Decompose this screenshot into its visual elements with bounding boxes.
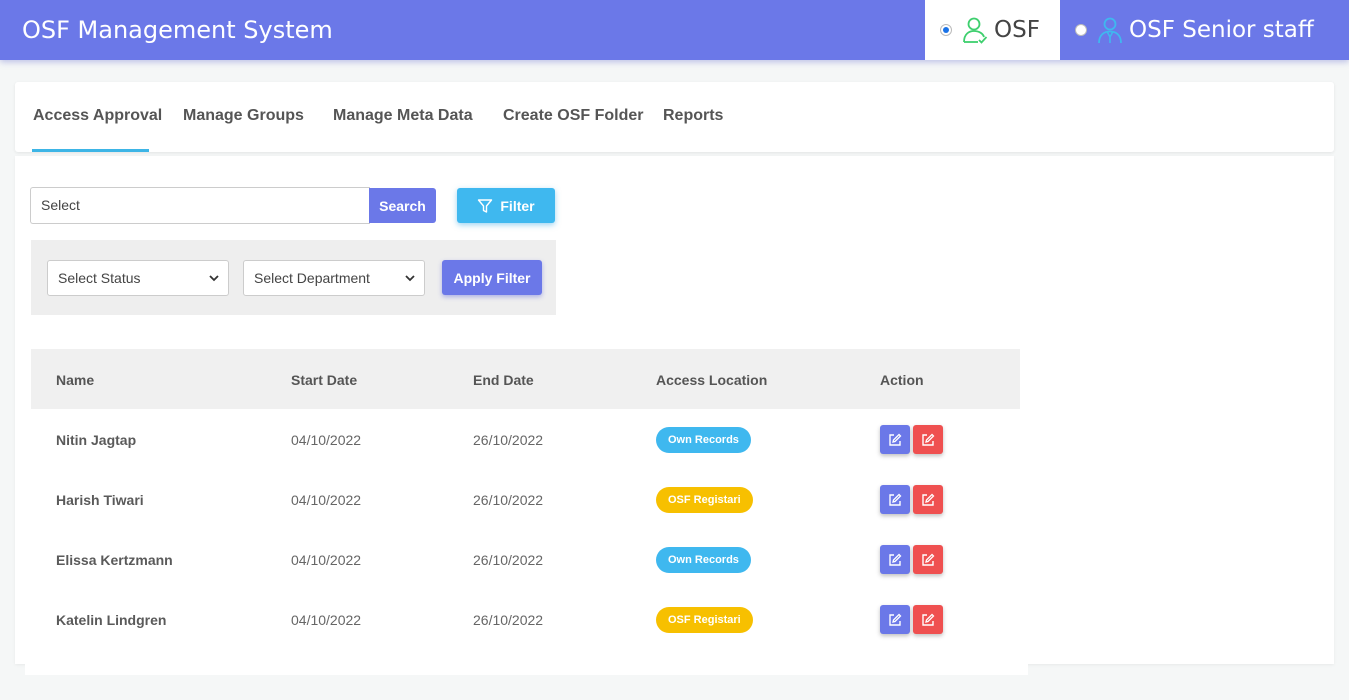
access-location-badge: OSF Registari <box>656 607 753 633</box>
cell-start-date: 04/10/2022 <box>291 612 362 628</box>
approve-edit-button[interactable] <box>880 485 910 514</box>
user-icon <box>963 17 988 44</box>
status-select-value: Select Status <box>58 270 141 286</box>
department-select-value: Select Department <box>254 270 370 286</box>
filter-button-label: Filter <box>500 197 535 214</box>
tab-manage-meta-data[interactable]: Manage Meta Data <box>333 107 473 125</box>
access-location-badge: OSF Registari <box>656 487 753 513</box>
role-option-senior-staff[interactable]: OSF Senior staff <box>1060 0 1349 60</box>
edit-icon <box>922 433 935 446</box>
edit-icon <box>889 493 902 506</box>
filter-button[interactable]: Filter <box>457 188 555 223</box>
edit-icon <box>889 613 902 626</box>
cell-start-date: 04/10/2022 <box>291 492 362 508</box>
tabs-card: Access Approval Manage Groups Manage Met… <box>15 82 1334 152</box>
chevron-down-icon <box>209 275 219 282</box>
column-header-start-date[interactable]: Start Date <box>291 372 357 388</box>
filter-icon <box>478 198 493 213</box>
reject-edit-button[interactable] <box>913 545 943 574</box>
edit-icon <box>922 553 935 566</box>
role-option-osf[interactable]: OSF <box>925 0 1060 60</box>
approve-edit-button[interactable] <box>880 425 910 454</box>
senior-staff-role-label: OSF Senior staff <box>1129 17 1314 43</box>
edit-icon <box>922 613 935 626</box>
edit-icon <box>889 553 902 566</box>
column-header-access-location[interactable]: Access Location <box>656 372 767 388</box>
apply-filter-button[interactable]: Apply Filter <box>442 260 542 295</box>
search-button[interactable]: Search <box>369 188 436 223</box>
column-header-name[interactable]: Name <box>56 372 94 388</box>
table-header: Name Start Date End Date Access Location… <box>31 349 1020 409</box>
access-location-badge: Own Records <box>656 427 751 453</box>
column-header-action: Action <box>880 372 924 388</box>
tab-manage-groups[interactable]: Manage Groups <box>183 107 304 125</box>
table-row: Elissa Kertzmann 04/10/2022 26/10/2022 O… <box>31 529 1020 589</box>
cell-name: Elissa Kertzmann <box>56 552 173 568</box>
tab-create-osf-folder[interactable]: Create OSF Folder <box>503 107 643 125</box>
edit-icon <box>922 493 935 506</box>
card-bottom-strip <box>25 664 1028 675</box>
cell-end-date: 26/10/2022 <box>473 432 544 448</box>
approve-edit-button[interactable] <box>880 545 910 574</box>
search-input[interactable]: Select <box>30 187 370 224</box>
table-row: Harish Tiwari 04/10/2022 26/10/2022 OSF … <box>31 469 1020 529</box>
column-header-end-date[interactable]: End Date <box>473 372 534 388</box>
reject-edit-button[interactable] <box>913 425 943 454</box>
tab-access-approval[interactable]: Access Approval <box>33 107 162 125</box>
cell-start-date: 04/10/2022 <box>291 552 362 568</box>
active-tab-indicator <box>32 149 149 152</box>
department-select[interactable]: Select Department <box>243 260 425 296</box>
reject-edit-button[interactable] <box>913 485 943 514</box>
cell-name: Nitin Jagtap <box>56 432 137 448</box>
chevron-down-icon <box>405 275 415 282</box>
cell-end-date: 26/10/2022 <box>473 612 544 628</box>
tab-reports[interactable]: Reports <box>663 107 723 125</box>
cell-end-date: 26/10/2022 <box>473 552 544 568</box>
senior-staff-radio[interactable] <box>1075 24 1087 36</box>
cell-name: Harish Tiwari <box>56 492 144 508</box>
access-location-badge: Own Records <box>656 547 751 573</box>
cell-start-date: 04/10/2022 <box>291 432 362 448</box>
top-bar: OSF Management System OSF OSF Senior sta… <box>0 0 1349 60</box>
reject-edit-button[interactable] <box>913 605 943 634</box>
osf-radio[interactable] <box>940 24 952 36</box>
cell-name: Katelin Lindgren <box>56 612 167 628</box>
cell-end-date: 26/10/2022 <box>473 492 544 508</box>
osf-role-label: OSF <box>994 17 1040 43</box>
status-select[interactable]: Select Status <box>47 260 229 296</box>
table-row: Nitin Jagtap 04/10/2022 26/10/2022 Own R… <box>31 409 1020 469</box>
app-title: OSF Management System <box>22 16 333 44</box>
table-row: Katelin Lindgren 04/10/2022 26/10/2022 O… <box>31 589 1020 649</box>
edit-icon <box>889 433 902 446</box>
approve-edit-button[interactable] <box>880 605 910 634</box>
staff-icon <box>1098 17 1122 44</box>
